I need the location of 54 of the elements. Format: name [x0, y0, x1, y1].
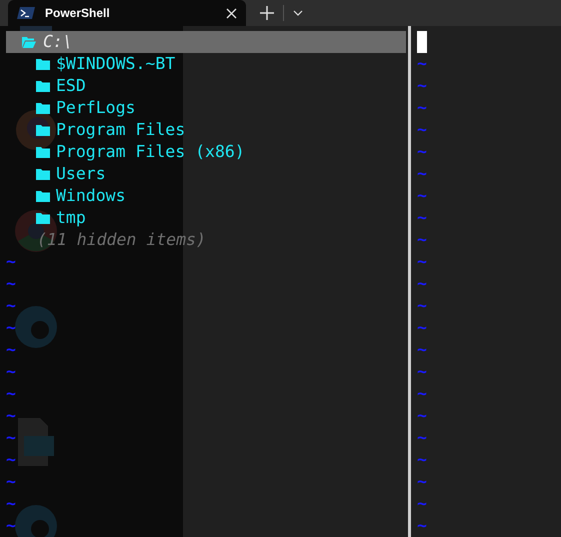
hidden-items-note: (11 hidden items) — [36, 229, 207, 251]
cursor — [417, 31, 427, 53]
close-icon[interactable] — [226, 8, 237, 18]
empty-line-tilde: ~ — [417, 427, 427, 449]
open-folder-icon — [22, 36, 36, 48]
folder-name[interactable]: Program Files (x86) — [56, 141, 245, 163]
empty-line-tilde: ~ — [417, 141, 427, 163]
empty-line-tilde: ~ — [417, 361, 427, 383]
empty-line-tilde: ~ — [417, 251, 427, 273]
empty-line-tilde: ~ — [6, 317, 16, 339]
empty-line-tilde: ~ — [6, 361, 16, 383]
empty-line-tilde: ~ — [417, 405, 427, 427]
empty-line-tilde: ~ — [417, 449, 427, 471]
empty-line-tilde: ~ — [417, 515, 427, 537]
folder-name[interactable]: Windows — [56, 185, 126, 207]
chevron-down-icon[interactable] — [293, 10, 303, 16]
empty-line-tilde: ~ — [417, 75, 427, 97]
empty-line-tilde: ~ — [417, 97, 427, 119]
terminal-tab[interactable]: PowerShell — [8, 0, 246, 26]
empty-line-tilde: ~ — [6, 515, 16, 537]
empty-line-tilde: ~ — [6, 427, 16, 449]
tab-title: PowerShell — [45, 5, 110, 22]
empty-line-tilde: ~ — [417, 185, 427, 207]
empty-line-tilde: ~ — [417, 493, 427, 515]
folder-name[interactable]: $WINDOWS.~BT — [56, 53, 176, 75]
empty-line-tilde: ~ — [6, 449, 16, 471]
empty-line-tilde: ~ — [417, 317, 427, 339]
folder-name[interactable]: Program Files — [56, 119, 186, 141]
folder-name[interactable]: ESD — [56, 75, 86, 97]
empty-line-tilde: ~ — [6, 273, 16, 295]
selected-row[interactable]: C:\ — [6, 31, 406, 53]
empty-line-tilde: ~ — [6, 251, 16, 273]
empty-line-tilde: ~ — [6, 493, 16, 515]
empty-line-tilde: ~ — [417, 383, 427, 405]
empty-line-tilde: ~ — [417, 163, 427, 185]
empty-line-tilde: ~ — [6, 339, 16, 361]
empty-line-tilde: ~ — [417, 119, 427, 141]
folder-name[interactable]: tmp — [56, 207, 86, 229]
empty-line-tilde: ~ — [417, 229, 427, 251]
new-tab-icon[interactable] — [260, 6, 274, 20]
empty-line-tilde: ~ — [417, 273, 427, 295]
empty-line-tilde: ~ — [6, 405, 16, 427]
empty-line-tilde: ~ — [417, 53, 427, 75]
drive-label[interactable]: C:\ — [43, 31, 73, 53]
folder-name[interactable]: PerfLogs — [56, 97, 136, 119]
folder-name[interactable]: Users — [56, 163, 106, 185]
empty-line-tilde: ~ — [417, 339, 427, 361]
empty-line-tilde: ~ — [6, 295, 16, 317]
terminal-icon — [17, 7, 35, 19]
empty-line-tilde: ~ — [417, 207, 427, 229]
empty-line-tilde: ~ — [417, 471, 427, 493]
empty-line-tilde: ~ — [6, 383, 16, 405]
empty-line-tilde: ~ — [6, 471, 16, 493]
empty-line-tilde: ~ — [417, 295, 427, 317]
